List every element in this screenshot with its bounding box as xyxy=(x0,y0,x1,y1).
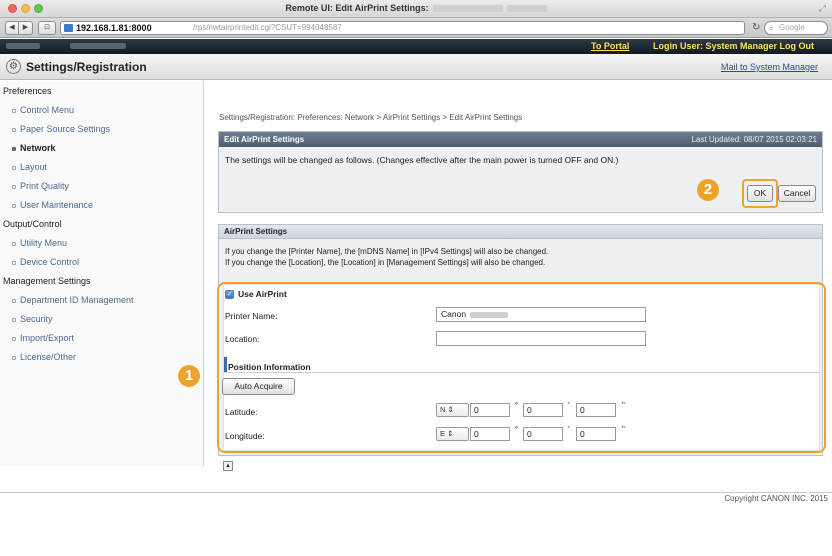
edit-airprint-panel: Edit AirPrint Settings Last Updated: 08/… xyxy=(218,131,823,213)
sidebar-item-device-control[interactable]: Device Control xyxy=(12,257,79,267)
changes-notice: The settings will be changed as follows.… xyxy=(225,155,619,165)
printer-name-label: Printer Name: xyxy=(225,311,278,321)
latitude-label: Latitude: xyxy=(225,407,258,417)
window-title: Remote UI: Edit AirPrint Settings: xyxy=(0,3,832,13)
forward-arrow-icon[interactable]: ▶ xyxy=(19,21,33,35)
panel-title: Edit AirPrint Settings Last Updated: 08/… xyxy=(219,132,822,147)
sidebar-item-utility-menu[interactable]: Utility Menu xyxy=(12,238,67,248)
last-updated: Last Updated: 08/07 2015 02:03:21 xyxy=(691,135,817,144)
sidebar-heading-output-control: Output/Control xyxy=(3,219,62,229)
longitude-seconds-input[interactable]: 0 xyxy=(576,427,616,441)
search-input[interactable]: ⌕ Google xyxy=(764,21,828,35)
url-path: /rps/nwtairprintedit.cgi?CSUT=994048587 xyxy=(193,23,342,32)
latitude-seconds-input[interactable]: 0 xyxy=(576,403,616,417)
device-name-redacted xyxy=(6,43,40,49)
sidebar-item-control-menu[interactable]: Control Menu xyxy=(12,105,74,115)
sidebar-item-user-maintenance[interactable]: User Maintenance xyxy=(12,200,93,210)
degree-symbol: ° xyxy=(515,401,519,410)
location-label: Location: xyxy=(225,334,260,344)
section-title: Settings/Registration xyxy=(26,60,147,74)
sidebar-item-import-export[interactable]: Import/Export xyxy=(12,333,74,343)
latitude-direction-select[interactable]: N ⇕ xyxy=(436,403,469,417)
airprint-panel-title: AirPrint Settings xyxy=(219,225,822,239)
longitude-label: Longitude: xyxy=(225,431,265,441)
position-divider xyxy=(224,372,820,373)
latitude-minutes-input[interactable]: 0 xyxy=(523,403,563,417)
longitude-direction-select[interactable]: E ⇕ xyxy=(436,427,469,441)
copyright-text: Copyright CANON INC. 2015 xyxy=(724,494,828,503)
reload-icon[interactable]: ↻ xyxy=(752,22,760,33)
sidebar-heading-management: Management Settings xyxy=(3,276,91,286)
sidebar-item-license-other[interactable]: License/Other xyxy=(12,352,76,362)
device-model-redacted xyxy=(70,43,126,49)
browser-toolbar: ◀ ▶ ⊡ 192.168.1.81:8000 /rps/nwtairprint… xyxy=(0,18,832,38)
sidebar: Preferences Control Menu Paper Source Se… xyxy=(0,81,204,466)
section-header: ⚙ Settings/Registration Mail to System M… xyxy=(0,54,832,80)
use-airprint-checkbox[interactable]: ✓ xyxy=(225,290,234,299)
address-bar[interactable]: 192.168.1.81:8000 /rps/nwtairprintedit.c… xyxy=(60,21,745,35)
sidebar-item-network[interactable]: Network xyxy=(12,143,56,153)
auto-acquire-button[interactable]: Auto Acquire xyxy=(222,378,295,395)
sidebar-item-security[interactable]: Security xyxy=(12,314,53,324)
search-icon: ⌕ xyxy=(769,24,774,33)
site-favicon-icon xyxy=(64,24,73,32)
minute-symbol: ' xyxy=(568,425,570,434)
sidebar-item-print-quality[interactable]: Print Quality xyxy=(12,181,69,191)
degree-symbol: ° xyxy=(515,425,519,434)
use-airprint-label: Use AirPrint xyxy=(238,289,287,299)
show-tabs-icon[interactable]: ⊡ xyxy=(38,21,56,35)
scroll-to-top-icon[interactable]: ▲ xyxy=(223,461,233,471)
printer-name-info: If you change the [Printer Name], the [m… xyxy=(225,247,549,256)
callout-badge-2: 2 xyxy=(697,179,719,201)
settings-gear-icon: ⚙ xyxy=(6,59,21,74)
window-titlebar: Remote UI: Edit AirPrint Settings: ⤢ xyxy=(0,0,832,18)
location-info: If you change the [Location], the [Locat… xyxy=(225,258,546,267)
location-field[interactable] xyxy=(436,331,646,346)
url-host: 192.168.1.81:8000 xyxy=(76,23,152,33)
second-symbol: " xyxy=(622,401,625,410)
ok-button[interactable]: OK xyxy=(747,185,773,202)
minute-symbol: ' xyxy=(568,401,570,410)
longitude-degrees-input[interactable]: 0 xyxy=(470,427,510,441)
chevron-updown-icon: ⇕ xyxy=(447,429,454,438)
mail-to-manager-link[interactable]: Mail to System Manager xyxy=(721,62,818,72)
printer-name-field[interactable]: Canon xyxy=(436,307,646,322)
footer-divider xyxy=(0,492,832,493)
app-header: To Portal Login User: System Manager Log… xyxy=(0,39,832,54)
login-user-status[interactable]: Login User: System Manager Log Out xyxy=(653,41,814,51)
callout-badge-1: 1 xyxy=(178,365,200,387)
position-heading-bar xyxy=(224,357,227,372)
sidebar-item-layout[interactable]: Layout xyxy=(12,162,47,172)
breadcrumb: Settings/Registration: Preferences: Netw… xyxy=(219,113,523,122)
longitude-minutes-input[interactable]: 0 xyxy=(523,427,563,441)
cancel-button[interactable]: Cancel xyxy=(778,185,816,202)
second-symbol: " xyxy=(622,425,625,434)
back-arrow-icon[interactable]: ◀ xyxy=(5,21,19,35)
sidebar-item-department-id[interactable]: Department ID Management xyxy=(12,295,134,305)
sidebar-item-paper-source[interactable]: Paper Source Settings xyxy=(12,124,110,134)
sidebar-heading-preferences: Preferences xyxy=(3,86,52,96)
chevron-updown-icon: ⇕ xyxy=(447,405,454,414)
portal-link[interactable]: To Portal xyxy=(591,41,629,51)
resize-icon[interactable]: ⤢ xyxy=(819,3,826,14)
latitude-degrees-input[interactable]: 0 xyxy=(470,403,510,417)
position-information-heading: Position Information xyxy=(228,362,311,372)
